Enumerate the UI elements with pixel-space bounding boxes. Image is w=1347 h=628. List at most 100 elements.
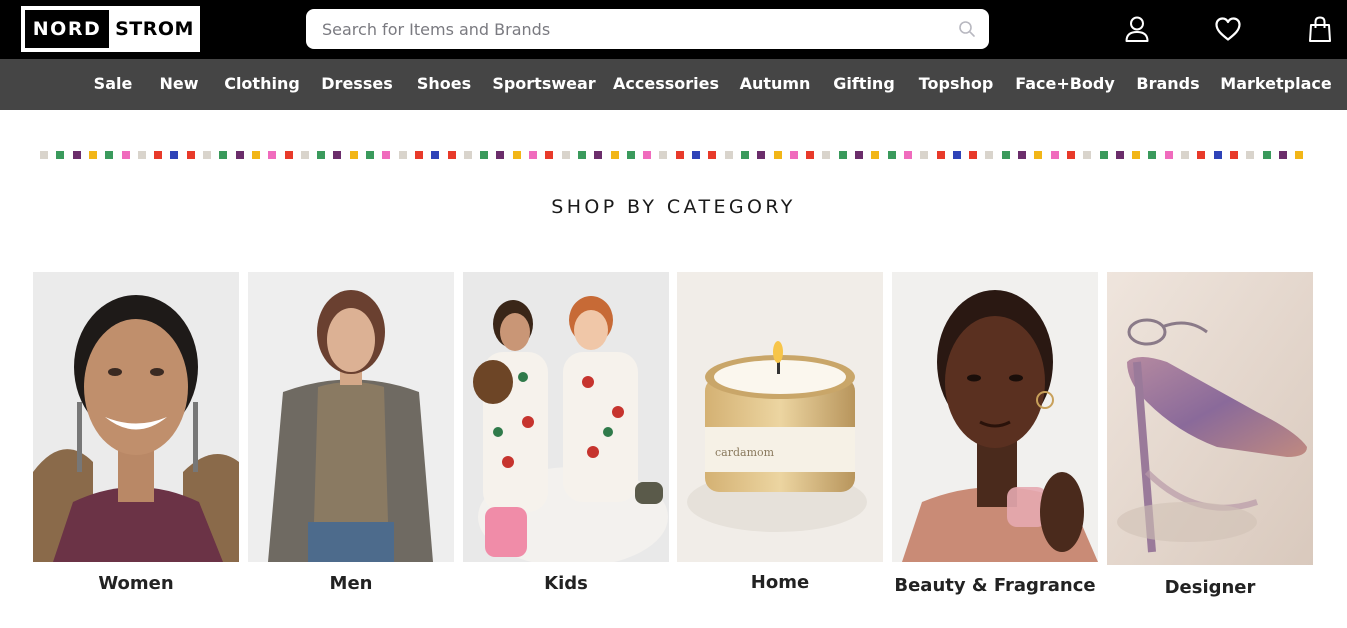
beauty-category-image <box>892 272 1098 562</box>
shopping-bag-icon[interactable] <box>1305 14 1335 44</box>
confetti-dot <box>268 151 277 159</box>
category-tile-designer[interactable]: Designer <box>1107 272 1313 598</box>
search-input[interactable] <box>322 9 942 49</box>
confetti-dot <box>952 151 961 159</box>
confetti-dot <box>235 151 244 159</box>
confetti-dot <box>529 151 537 159</box>
category-label: Home <box>750 572 810 593</box>
confetti-dot <box>1001 151 1010 159</box>
category-tile-kids[interactable]: Kids <box>463 272 669 594</box>
confetti-dot <box>333 151 342 159</box>
confetti-dot <box>708 151 717 159</box>
category-label: Women <box>98 573 174 594</box>
nav-item-new[interactable]: New <box>159 59 198 110</box>
confetti-dot <box>447 151 456 159</box>
confetti-dot <box>626 151 635 159</box>
category-tile-women[interactable]: Women <box>33 272 239 594</box>
confetti-dot <box>203 151 211 159</box>
confetti-dot <box>1164 151 1173 159</box>
confetti-dot <box>1181 151 1189 159</box>
nordstrom-logo[interactable]: NORD STROM <box>21 6 200 52</box>
confetti-dot <box>1213 151 1222 159</box>
confetti-dot <box>414 151 423 159</box>
category-label: Men <box>329 573 373 594</box>
nav-item-face-body[interactable]: Face+Body <box>1015 59 1115 110</box>
confetti-dot <box>512 151 521 159</box>
confetti-dot <box>317 151 326 159</box>
nav-item-accessories[interactable]: Accessories <box>613 59 719 110</box>
section-heading: SHOP BY CATEGORY <box>551 196 796 218</box>
confetti-dot <box>251 151 260 159</box>
category-tile-beauty-fragrance[interactable]: Beauty & Fragrance <box>892 272 1098 596</box>
confetti-dot <box>1099 151 1108 159</box>
confetti-dot <box>88 151 97 159</box>
nav-item-clothing[interactable]: Clothing <box>224 59 300 110</box>
confetti-dot <box>137 151 146 159</box>
confetti-dot <box>855 151 863 159</box>
nav-item-autumn[interactable]: Autumn <box>740 59 811 110</box>
confetti-dot <box>577 151 586 159</box>
women-category-image <box>33 272 239 562</box>
confetti-dot <box>170 151 179 159</box>
confetti-dot <box>594 151 603 159</box>
men-category-image <box>248 272 454 562</box>
confetti-divider <box>40 151 1315 160</box>
confetti-dot <box>72 151 81 159</box>
confetti-dot <box>806 151 815 159</box>
confetti-dot <box>903 151 912 159</box>
designer-category-image <box>1107 272 1313 565</box>
search-bar <box>306 9 989 49</box>
confetti-dot <box>1083 151 1092 159</box>
kids-category-image <box>463 272 669 562</box>
account-icon[interactable] <box>1122 14 1152 44</box>
confetti-dot <box>789 151 798 159</box>
category-label: Beauty & Fragrance <box>894 575 1096 596</box>
nav-item-marketplace[interactable]: Marketplace <box>1220 59 1331 110</box>
confetti-dot <box>822 151 831 159</box>
confetti-dot <box>186 151 195 159</box>
nav-item-topshop[interactable]: Topshop <box>919 59 994 110</box>
confetti-dot <box>1246 151 1255 159</box>
confetti-dot <box>692 151 700 159</box>
confetti-dot <box>40 151 48 159</box>
confetti-dot <box>398 151 407 159</box>
confetti-dot <box>724 151 733 159</box>
svg-text:cardamom: cardamom <box>715 446 775 459</box>
nav-item-shoes[interactable]: Shoes <box>417 59 471 110</box>
confetti-dot <box>561 151 570 159</box>
confetti-dot <box>920 151 929 159</box>
confetti-dot <box>300 151 309 159</box>
nav-item-gifting[interactable]: Gifting <box>833 59 895 110</box>
confetti-dot <box>1197 151 1206 159</box>
confetti-dot <box>121 151 130 159</box>
confetti-dot <box>871 151 880 159</box>
confetti-dot <box>1262 151 1271 159</box>
home-category-image: cardamom <box>677 272 883 562</box>
confetti-dot <box>1034 151 1043 159</box>
confetti-dot <box>936 151 945 159</box>
confetti-dot <box>773 151 782 159</box>
confetti-dot <box>740 151 749 159</box>
category-tile-home[interactable]: cardamom Home <box>677 272 883 593</box>
confetti-dot <box>545 151 554 159</box>
confetti-dot <box>1115 151 1124 159</box>
nav-item-sale[interactable]: Sale <box>94 59 133 110</box>
search-icon[interactable] <box>957 19 977 39</box>
nav-item-sportswear[interactable]: Sportswear <box>492 59 595 110</box>
confetti-dot <box>1148 151 1157 159</box>
confetti-dot <box>154 151 163 159</box>
category-tile-men[interactable]: Men <box>248 272 454 594</box>
logo-right-text: STROM <box>115 18 194 40</box>
confetti-dot <box>219 151 228 159</box>
heart-icon[interactable] <box>1213 14 1243 44</box>
nav-item-brands[interactable]: Brands <box>1136 59 1199 110</box>
logo-left-text: NORD <box>25 10 109 48</box>
confetti-dot <box>887 151 896 159</box>
confetti-dot <box>1018 151 1026 159</box>
confetti-dot <box>1295 151 1304 159</box>
confetti-dot <box>1066 151 1075 159</box>
confetti-dot <box>105 151 114 159</box>
category-label: Designer <box>1164 577 1256 598</box>
confetti-dot <box>1229 151 1238 159</box>
nav-item-dresses[interactable]: Dresses <box>321 59 392 110</box>
